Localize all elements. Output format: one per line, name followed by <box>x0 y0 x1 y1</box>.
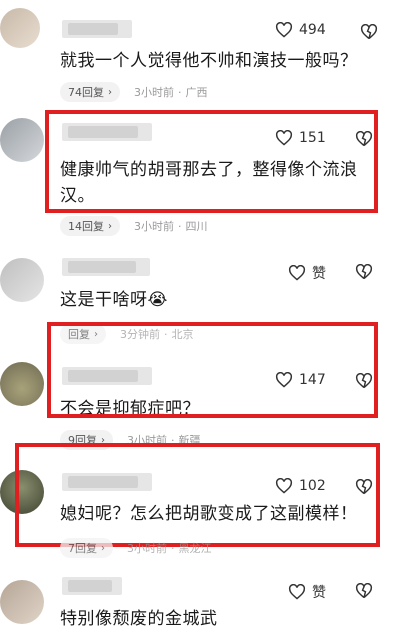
comment-time: 3小时前 <box>134 86 174 99</box>
like-label: 赞 <box>312 585 326 601</box>
dislike-button[interactable] <box>360 23 378 42</box>
comment-location: 四川 <box>185 220 208 233</box>
highlight-box <box>47 322 378 418</box>
chevron-right-icon: › <box>108 220 112 232</box>
heart-outline-icon <box>288 584 306 600</box>
username[interactable] <box>62 577 122 595</box>
username[interactable] <box>62 258 150 276</box>
comment-text: 这是干啥呀😭 <box>60 290 168 310</box>
broken-heart-icon <box>360 23 378 40</box>
dislike-button[interactable] <box>355 263 373 282</box>
comment-meta: 74回复 › 3小时前 · 广西 <box>60 82 208 102</box>
username[interactable] <box>62 20 132 38</box>
highlight-box <box>15 443 380 547</box>
chevron-right-icon: › <box>108 86 112 98</box>
like-count: 494 <box>299 22 326 38</box>
reply-count-button[interactable]: 74回复 › <box>60 82 120 102</box>
avatar[interactable] <box>0 258 44 302</box>
comment-text: 特别像颓废的金城武 <box>60 609 218 629</box>
dislike-button[interactable] <box>355 582 373 601</box>
comment-meta: 14回复 › 3小时前 · 四川 <box>60 216 208 236</box>
comment-text: 就我一个人觉得他不帅和演技一般吗？ <box>60 51 358 71</box>
avatar[interactable] <box>0 362 44 406</box>
comment-meta: 7回复 › 3小时前 · 黑龙江 <box>60 538 212 558</box>
broken-heart-icon <box>355 263 373 280</box>
comment-time: 3小时前 <box>134 220 174 233</box>
avatar[interactable] <box>0 118 44 162</box>
comment-location: 广西 <box>185 86 208 99</box>
broken-heart-icon <box>355 582 373 599</box>
avatar[interactable] <box>0 8 40 48</box>
like-button[interactable]: 赞 <box>288 582 326 602</box>
like-button[interactable]: 494 <box>275 22 326 38</box>
comment-time: 3小时前 <box>127 542 167 555</box>
like-button[interactable]: 赞 <box>288 263 326 283</box>
crying-emoji-icon: 😭 <box>147 290 168 310</box>
chevron-right-icon: › <box>101 542 105 554</box>
avatar[interactable] <box>0 580 44 624</box>
highlight-box <box>45 110 378 213</box>
like-label: 赞 <box>312 266 326 282</box>
comment-location: 黑龙江 <box>178 542 212 555</box>
heart-outline-icon <box>288 265 306 281</box>
reply-count-button[interactable]: 7回复 › <box>60 538 113 558</box>
reply-count-button[interactable]: 14回复 › <box>60 216 120 236</box>
heart-outline-icon <box>275 22 293 38</box>
